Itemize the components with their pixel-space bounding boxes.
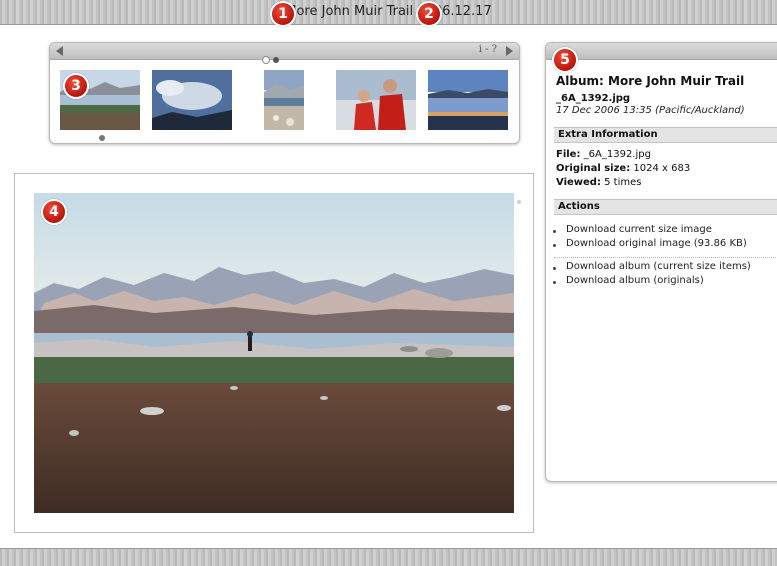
actions-heading: Actions bbox=[554, 199, 777, 215]
page-dot-2[interactable] bbox=[273, 57, 279, 63]
page-indicator bbox=[263, 48, 283, 67]
info-panel: Album: More John Muir Trail _6A_1392.jpg… bbox=[545, 42, 777, 482]
viewed-label: Viewed: bbox=[556, 177, 601, 188]
file-value: _6A_1392.jpg bbox=[583, 149, 651, 160]
bullet-icon bbox=[553, 230, 556, 233]
callout-marker-1: 1 bbox=[270, 1, 296, 27]
original-size-row: Original size: 1024 x 683 bbox=[556, 163, 690, 174]
frame-corner-dot bbox=[517, 200, 521, 204]
filmstrip-header: i - ? bbox=[50, 43, 519, 63]
previous-arrow-icon[interactable] bbox=[56, 46, 63, 56]
photo-filename: _6A_1392.jpg bbox=[556, 93, 631, 104]
actions-separator bbox=[554, 257, 777, 258]
callout-marker-3: 3 bbox=[63, 73, 89, 99]
next-arrow-icon[interactable] bbox=[506, 46, 513, 56]
photo-date: 17 Dec 2006 13:35 (Pacific/Auckland) bbox=[556, 105, 745, 116]
bullet-icon bbox=[553, 267, 556, 270]
file-label: File: bbox=[556, 149, 581, 160]
title-bar: More John Muir Trail 2006.12.17 bbox=[0, 0, 777, 25]
original-size-label: Original size: bbox=[556, 163, 631, 174]
viewed-row: Viewed: 5 times bbox=[556, 177, 641, 188]
main-photo-frame bbox=[14, 173, 534, 533]
download-album-current-size-link[interactable]: Download album (current size items) bbox=[566, 261, 751, 272]
album-heading: Album: More John Muir Trail bbox=[556, 74, 745, 88]
filmstrip-panel: i - ? bbox=[49, 42, 520, 144]
bullet-icon bbox=[553, 281, 556, 284]
callout-marker-4: 4 bbox=[41, 199, 67, 225]
album-title-text: More John Muir Trail bbox=[285, 4, 414, 19]
selected-thumb-indicator bbox=[99, 135, 105, 141]
thumb-dusk-lake[interactable] bbox=[428, 70, 508, 130]
bottom-bar bbox=[0, 548, 777, 566]
main-photo[interactable] bbox=[34, 193, 514, 513]
viewed-value: 5 times bbox=[604, 177, 642, 188]
download-current-size-link[interactable]: Download current size image bbox=[566, 224, 712, 235]
bullet-icon bbox=[553, 244, 556, 247]
download-album-originals-link[interactable]: Download album (originals) bbox=[566, 275, 704, 286]
page-dot-1[interactable] bbox=[263, 57, 269, 63]
original-size-value: 1024 x 683 bbox=[633, 163, 691, 174]
thumb-lakeshore-portrait[interactable] bbox=[264, 70, 304, 130]
download-original-link[interactable]: Download original image (93.86 KB) bbox=[566, 238, 747, 249]
info-panel-header bbox=[546, 43, 777, 60]
callout-marker-5: 5 bbox=[552, 47, 578, 73]
thumb-clouds-sky[interactable] bbox=[152, 70, 232, 130]
thumb-hikers-red-jackets[interactable] bbox=[336, 70, 416, 130]
file-row: File: _6A_1392.jpg bbox=[556, 149, 651, 160]
extra-info-heading: Extra Information bbox=[554, 127, 777, 143]
help-link[interactable]: i - ? bbox=[479, 44, 497, 55]
page-title: More John Muir Trail 2006.12.17 bbox=[0, 4, 777, 19]
callout-marker-2: 2 bbox=[416, 1, 442, 27]
